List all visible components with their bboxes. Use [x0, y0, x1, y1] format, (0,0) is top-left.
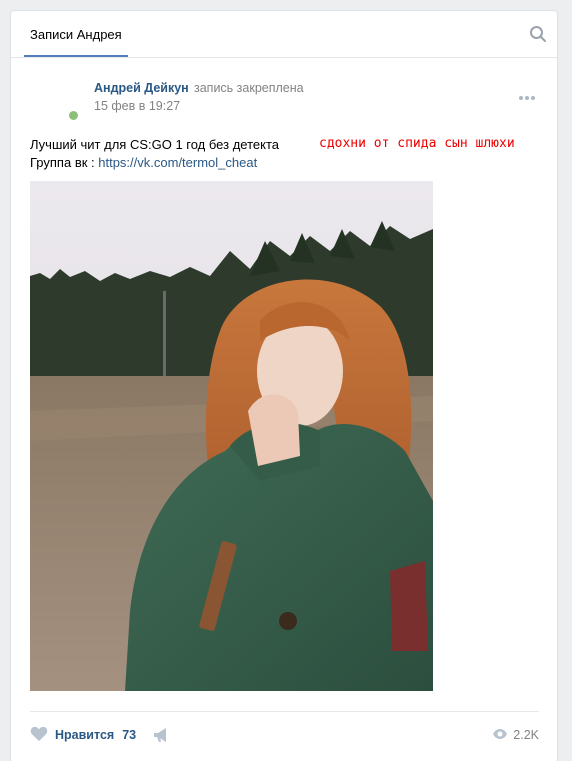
like-label: Нравится: [55, 728, 115, 742]
footer-divider: [30, 711, 539, 712]
author-name[interactable]: Андрей Дейкун: [94, 81, 189, 95]
eye-icon: [492, 728, 508, 743]
post-date[interactable]: 15 фев в 19:27: [94, 99, 180, 113]
heart-icon: [30, 726, 48, 745]
views-count: 2.2K: [513, 728, 539, 742]
megaphone-icon[interactable]: [152, 726, 170, 744]
pinned-note: запись закреплена: [194, 81, 304, 95]
overlay-red-text: сдохни от спида сын шлюхи: [319, 136, 515, 151]
post-text-line1: Лучший чит для CS:GO 1 год без детекта: [30, 137, 279, 152]
group-label: Группа вк :: [30, 155, 99, 170]
post-actions: Нравится 73 2.2K: [30, 724, 539, 746]
like-button[interactable]: Нравится 73: [30, 724, 136, 746]
wall-card: Записи Андрея Андрей Дейкун запись закре…: [10, 10, 558, 761]
tab-author-posts[interactable]: Записи Андрея: [24, 11, 128, 57]
post-text-line2: Группа вк : https://vk.com/termol_cheat: [30, 155, 257, 170]
search-icon[interactable]: [529, 25, 547, 43]
views-counter: 2.2K: [492, 724, 539, 746]
online-indicator: [67, 109, 80, 122]
tabs-bar: Записи Андрея: [11, 11, 557, 58]
more-icon[interactable]: [519, 88, 539, 100]
post-photo[interactable]: [30, 181, 433, 691]
post: Андрей Дейкун запись закреплена 15 фев в…: [11, 58, 557, 761]
like-count: 73: [122, 728, 137, 742]
group-link[interactable]: https://vk.com/termol_cheat: [98, 155, 257, 170]
